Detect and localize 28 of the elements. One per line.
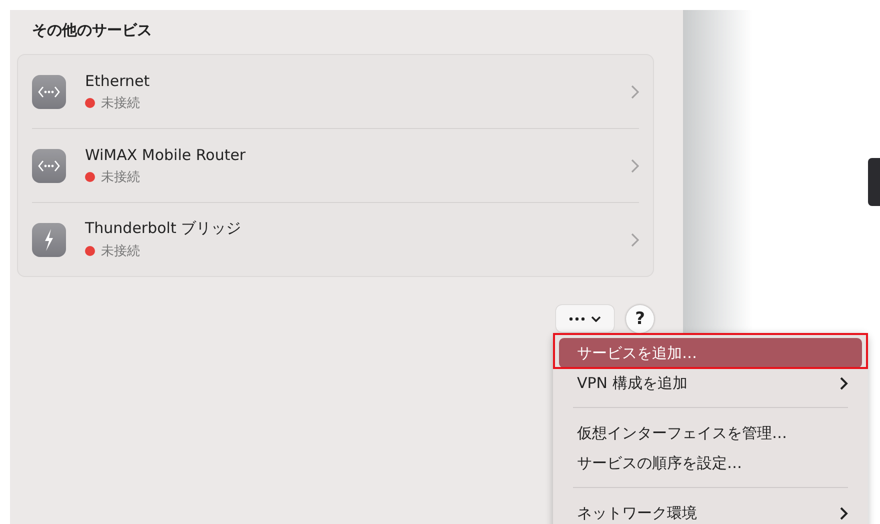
service-name[interactable]: Thunderbolt ブリッジ [85, 219, 631, 238]
chevron-right-icon[interactable] [631, 232, 639, 246]
menu-item[interactable]: 仮想インターフェイスを管理… [559, 418, 862, 448]
menu-item-label: ネットワーク環境 [577, 504, 697, 522]
section-title: その他のサービス [32, 21, 152, 40]
more-menu-button[interactable] [556, 305, 614, 332]
menu-item[interactable]: VPN 構成を追加 [559, 368, 862, 398]
side-tab[interactable] [868, 158, 880, 206]
service-name[interactable]: WiMAX Mobile Router [85, 146, 631, 164]
chevron-right-icon[interactable] [631, 84, 639, 98]
service-name[interactable]: Ethernet [85, 72, 631, 90]
service-status: 未接続 [101, 168, 140, 186]
menu-item[interactable]: ネットワーク環境 [559, 498, 862, 524]
service-status: 未接続 [101, 94, 140, 112]
menu-item-label: 仮想インターフェイスを管理… [577, 424, 787, 442]
network-icon [38, 86, 60, 98]
network-icon [38, 160, 60, 172]
menu-item[interactable]: サービスを追加… [559, 338, 862, 368]
menu-item[interactable]: サービスの順序を設定… [559, 448, 862, 478]
lightning-icon [43, 228, 55, 250]
chevron-right-icon[interactable] [631, 158, 639, 172]
help-button[interactable]: ? [626, 305, 654, 333]
ellipsis-icon [569, 316, 585, 320]
service-status: 未接続 [101, 243, 140, 260]
menu-item-label: VPN 構成を追加 [577, 374, 688, 392]
chevron-down-icon [591, 316, 601, 322]
menu-item-label: サービスを追加… [577, 344, 697, 362]
menu-item-label: サービスの順序を設定… [577, 454, 742, 472]
